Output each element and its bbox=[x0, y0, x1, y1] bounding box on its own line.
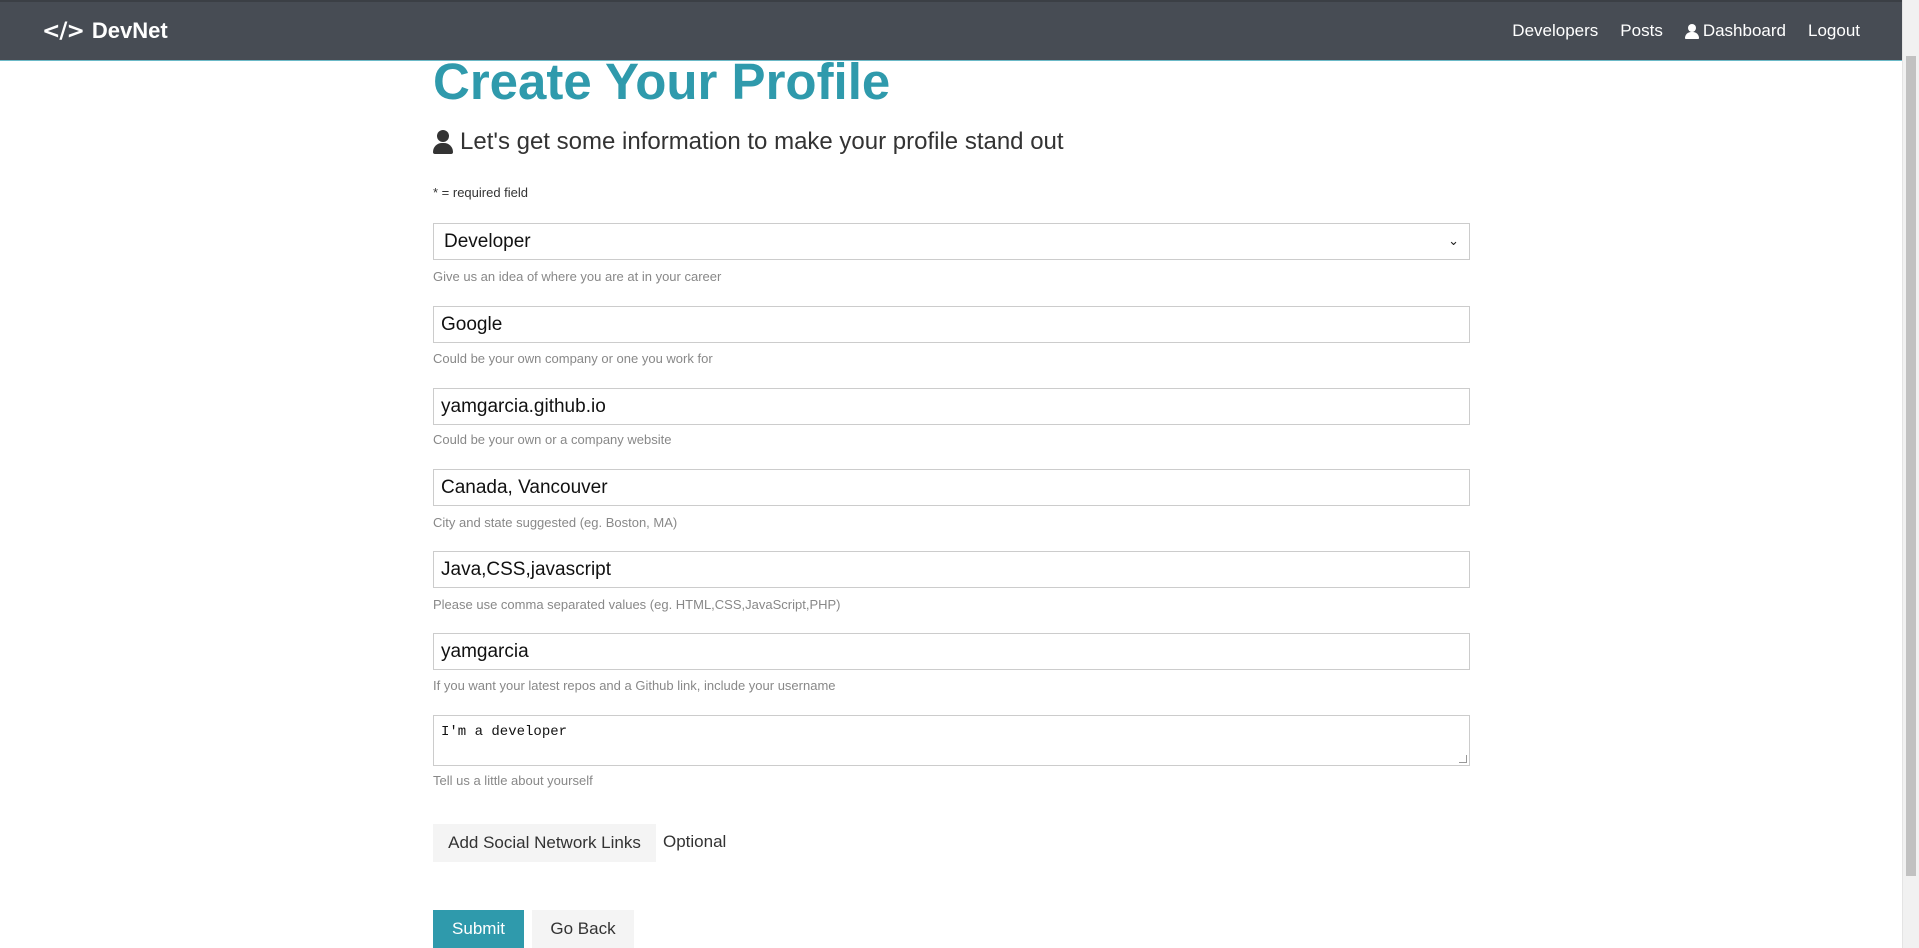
website-hint: Could be your own or a company website bbox=[433, 432, 672, 447]
brand-link[interactable]: </> DevNet bbox=[42, 18, 168, 44]
scrollbar-thumb[interactable] bbox=[1906, 56, 1916, 876]
user-icon bbox=[433, 130, 453, 154]
lead-label: Let's get some information to make your … bbox=[460, 128, 1064, 155]
vertical-scrollbar[interactable] bbox=[1902, 0, 1919, 948]
resize-handle[interactable] bbox=[1459, 755, 1467, 763]
nav-dashboard[interactable]: Dashboard bbox=[1684, 21, 1786, 41]
required-note: * = required field bbox=[433, 185, 529, 200]
lead-text: Let's get some information to make your … bbox=[433, 128, 1064, 156]
nav-links: Developers Posts Dashboard Logout bbox=[1490, 21, 1860, 41]
github-hint: If you want your latest repos and a Gith… bbox=[433, 678, 836, 693]
status-value: Developer bbox=[444, 230, 531, 252]
skills-hint: Please use comma separated values (eg. H… bbox=[433, 597, 841, 612]
optional-label: Optional bbox=[663, 832, 727, 851]
status-select[interactable]: Developer ⌄ bbox=[433, 223, 1470, 260]
company-hint: Could be your own company or one you wor… bbox=[433, 351, 713, 366]
nav-dashboard-label: Dashboard bbox=[1702, 21, 1786, 40]
website-input[interactable]: yamgarcia.github.io bbox=[433, 388, 1470, 425]
navbar: </> DevNet Developers Posts Dashboard Lo… bbox=[0, 0, 1902, 61]
add-social-links-button[interactable]: Add Social Network Links bbox=[433, 824, 656, 862]
nav-posts[interactable]: Posts bbox=[1620, 21, 1663, 41]
nav-logout[interactable]: Logout bbox=[1808, 21, 1860, 41]
bio-hint: Tell us a little about yourself bbox=[433, 773, 593, 788]
bio-textarea[interactable]: I'm a developer bbox=[433, 715, 1470, 766]
code-icon: </> bbox=[42, 18, 85, 44]
github-username-input[interactable]: yamgarcia bbox=[433, 633, 1470, 670]
brand-name: DevNet bbox=[91, 18, 168, 43]
submit-button[interactable]: Submit bbox=[433, 910, 524, 948]
bio-value: I'm a developer bbox=[441, 724, 568, 740]
nav-developers[interactable]: Developers bbox=[1512, 21, 1598, 41]
user-icon bbox=[1684, 23, 1699, 39]
skills-input[interactable]: Java,CSS,javascript bbox=[433, 551, 1470, 588]
location-input[interactable]: Canada, Vancouver bbox=[433, 469, 1470, 506]
location-hint: City and state suggested (eg. Boston, MA… bbox=[433, 515, 678, 530]
chevron-down-icon: ⌄ bbox=[1448, 234, 1459, 249]
company-input[interactable]: Google bbox=[433, 306, 1470, 343]
status-hint: Give us an idea of where you are at in y… bbox=[433, 269, 722, 284]
go-back-button[interactable]: Go Back bbox=[532, 910, 634, 948]
